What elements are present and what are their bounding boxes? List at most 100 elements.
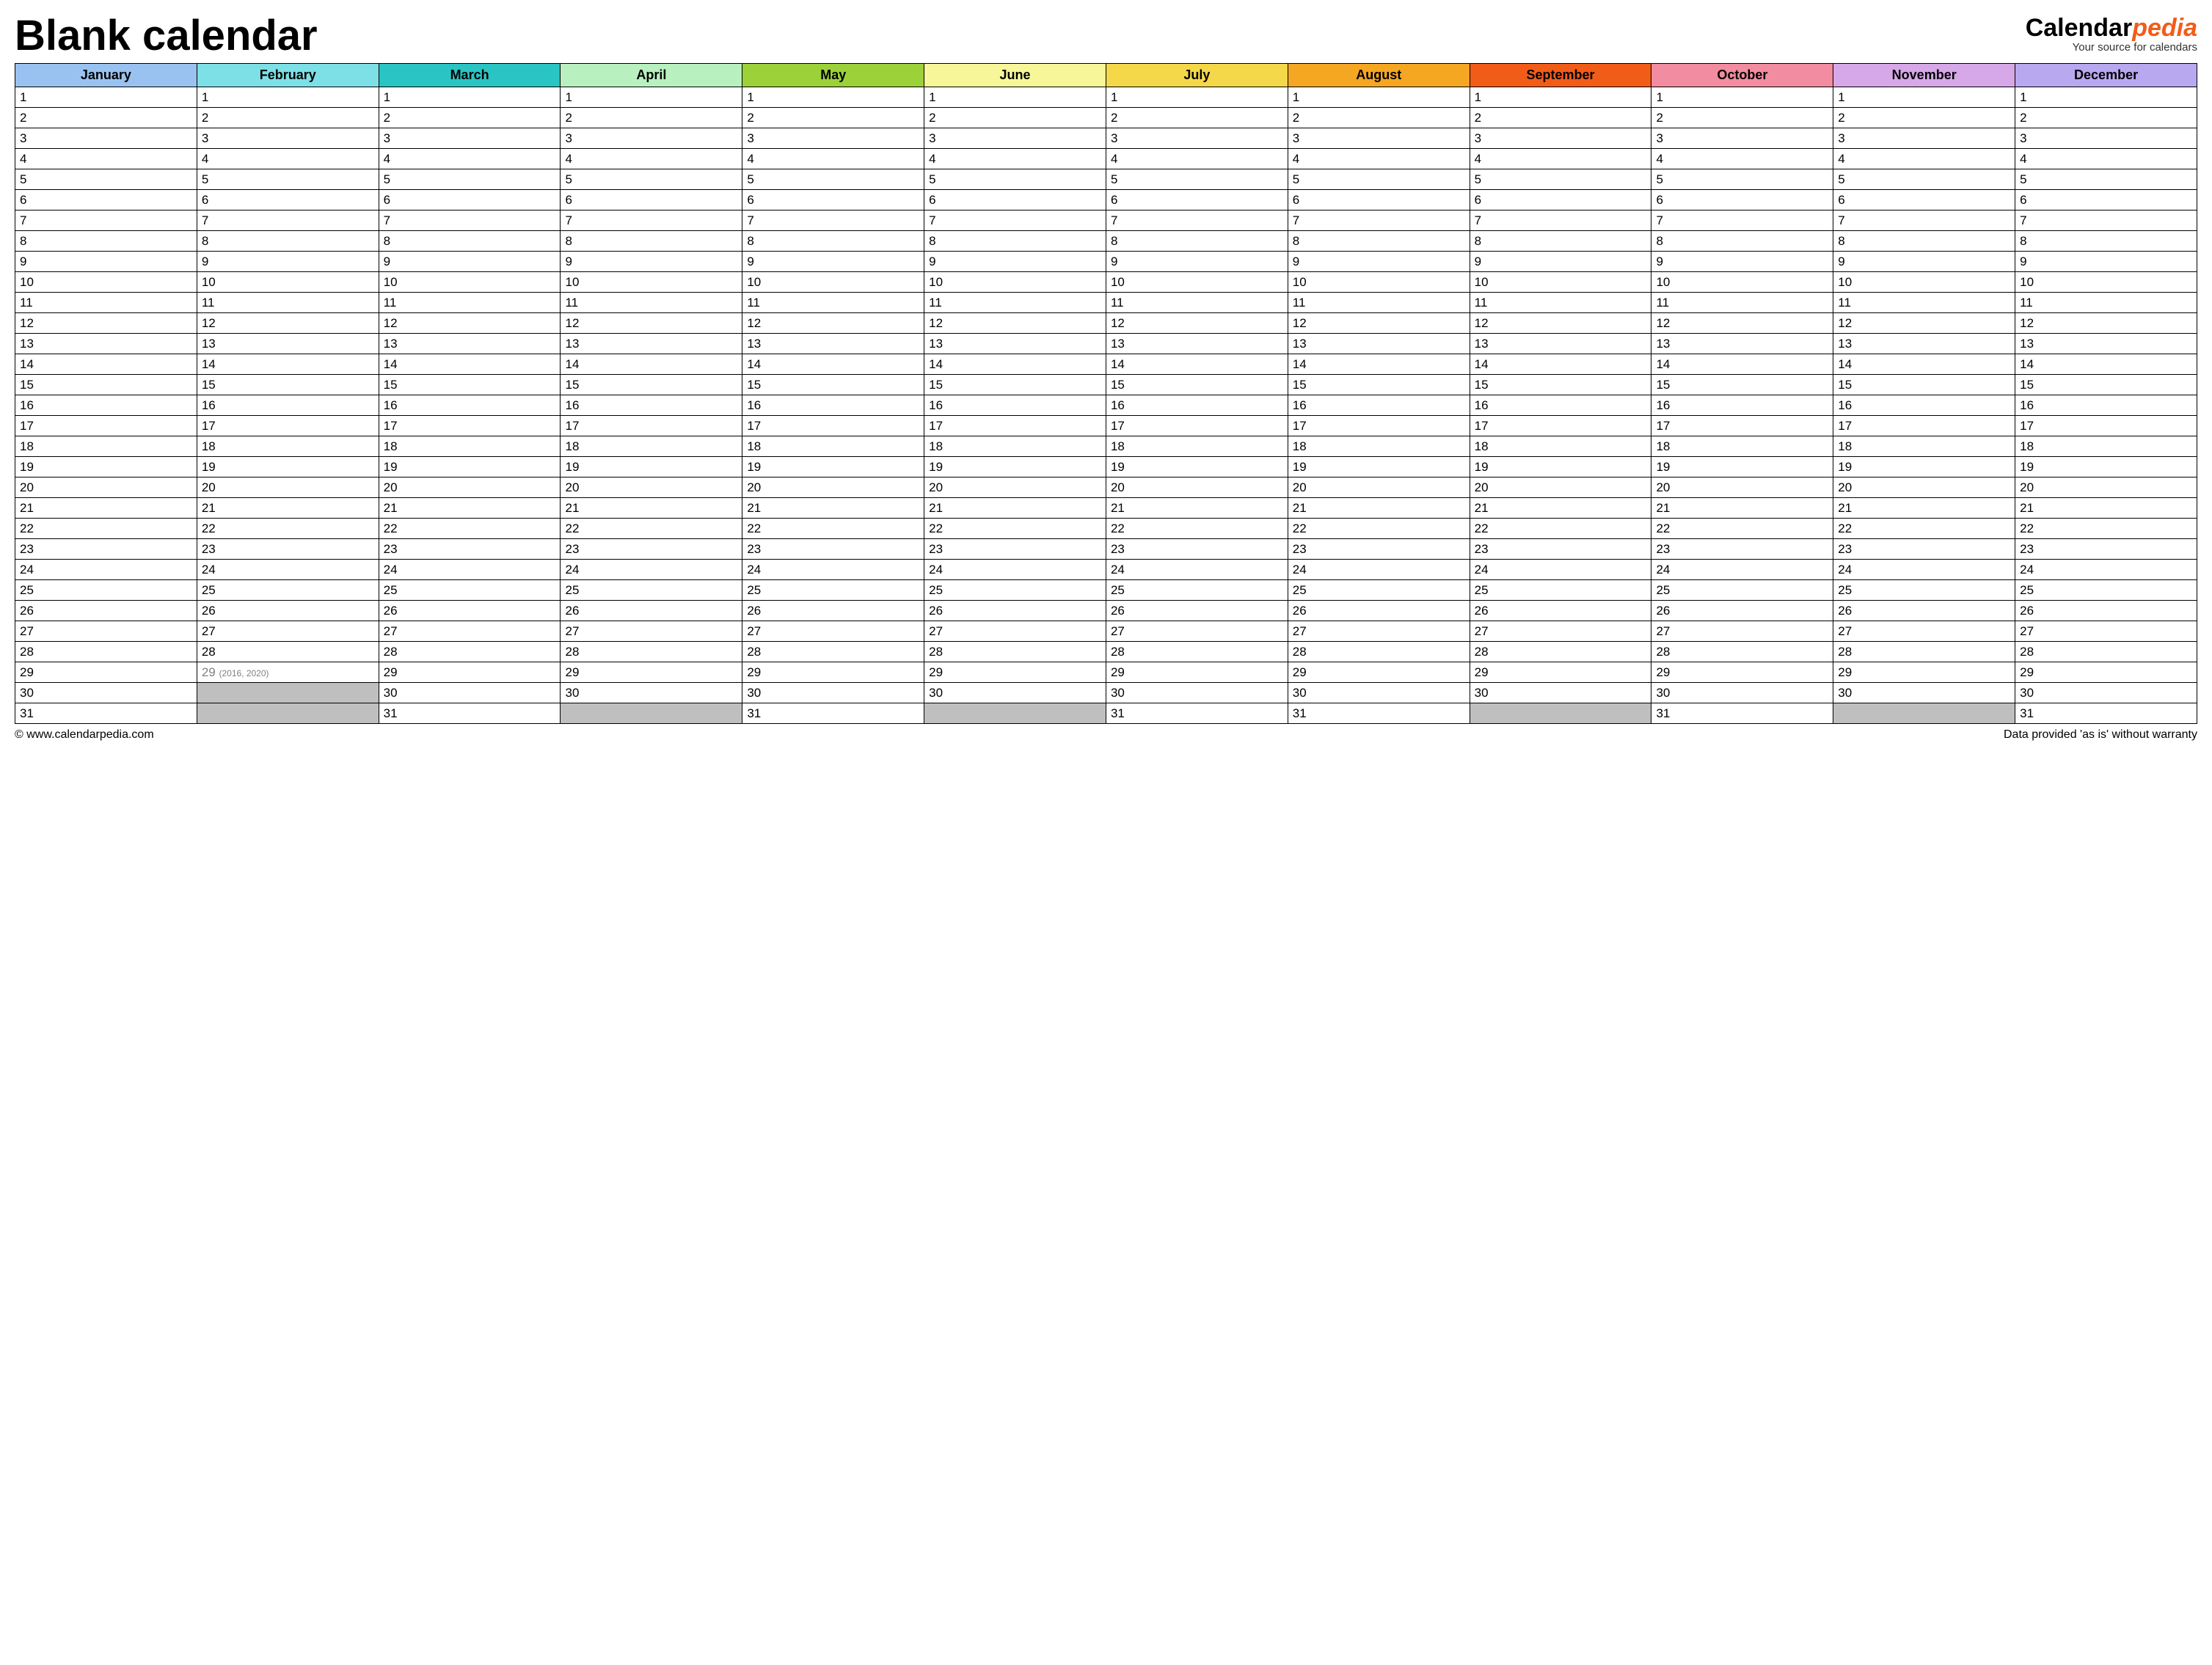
day-cell: 21	[2015, 498, 2197, 519]
day-row: 2929 (2016, 2020)29292929292929292929	[15, 662, 2197, 683]
day-cell: 20	[561, 477, 742, 498]
day-cell: 6	[1651, 190, 1833, 211]
day-cell: 7	[197, 211, 379, 231]
day-cell: 1	[742, 87, 924, 108]
day-cell: 4	[1651, 149, 1833, 169]
day-cell: 27	[1651, 621, 1833, 642]
day-cell: 18	[379, 436, 561, 457]
day-cell: 15	[1470, 375, 1651, 395]
day-cell: 8	[1833, 231, 2015, 252]
day-cell: 21	[1106, 498, 1288, 519]
day-cell: 3	[379, 128, 561, 149]
day-cell: 27	[379, 621, 561, 642]
day-cell: 18	[1288, 436, 1470, 457]
day-cell: 2	[1288, 108, 1470, 128]
day-cell: 21	[1470, 498, 1651, 519]
day-cell: 2	[924, 108, 1106, 128]
day-cell	[197, 703, 379, 724]
day-cell: 21	[379, 498, 561, 519]
day-cell: 14	[197, 354, 379, 375]
day-row: 666666666666	[15, 190, 2197, 211]
day-cell: 26	[1833, 601, 2015, 621]
day-cell: 16	[379, 395, 561, 416]
day-cell: 21	[1651, 498, 1833, 519]
day-cell: 15	[15, 375, 197, 395]
day-cell: 8	[742, 231, 924, 252]
day-cell: 10	[379, 272, 561, 293]
day-cell: 24	[15, 560, 197, 580]
day-cell: 3	[924, 128, 1106, 149]
day-cell: 21	[1288, 498, 1470, 519]
day-cell: 20	[2015, 477, 2197, 498]
day-cell: 10	[561, 272, 742, 293]
day-cell: 25	[742, 580, 924, 601]
day-cell: 26	[2015, 601, 2197, 621]
month-header-june: June	[924, 64, 1106, 87]
day-cell: 21	[924, 498, 1106, 519]
day-cell: 25	[15, 580, 197, 601]
day-cell: 1	[924, 87, 1106, 108]
day-cell: 15	[379, 375, 561, 395]
day-cell: 8	[15, 231, 197, 252]
day-cell: 17	[742, 416, 924, 436]
day-cell: 22	[924, 519, 1106, 539]
day-cell: 18	[15, 436, 197, 457]
day-cell: 8	[379, 231, 561, 252]
day-cell: 20	[1470, 477, 1651, 498]
day-cell: 17	[197, 416, 379, 436]
day-cell: 13	[742, 334, 924, 354]
month-header-november: November	[1833, 64, 2015, 87]
calendar-table: JanuaryFebruaryMarchAprilMayJuneJulyAugu…	[15, 63, 2197, 724]
day-cell: 14	[1288, 354, 1470, 375]
day-cell: 24	[197, 560, 379, 580]
day-cell: 26	[561, 601, 742, 621]
month-header-december: December	[2015, 64, 2197, 87]
day-cell: 15	[924, 375, 1106, 395]
day-cell: 3	[1288, 128, 1470, 149]
day-cell: 9	[2015, 252, 2197, 272]
day-cell: 27	[924, 621, 1106, 642]
day-cell: 9	[379, 252, 561, 272]
day-row: 777777777777	[15, 211, 2197, 231]
month-header-october: October	[1651, 64, 1833, 87]
month-header-august: August	[1288, 64, 1470, 87]
day-cell: 25	[924, 580, 1106, 601]
day-cell: 6	[1833, 190, 2015, 211]
day-cell: 6	[742, 190, 924, 211]
day-cell: 29	[2015, 662, 2197, 683]
day-cell: 4	[1470, 149, 1651, 169]
day-cell: 30	[1470, 683, 1651, 703]
day-cell: 5	[15, 169, 197, 190]
day-cell: 23	[1651, 539, 1833, 560]
day-cell: 28	[15, 642, 197, 662]
day-cell: 26	[197, 601, 379, 621]
day-cell: 23	[1288, 539, 1470, 560]
day-cell: 22	[1833, 519, 2015, 539]
day-cell: 30	[1288, 683, 1470, 703]
day-cell: 14	[2015, 354, 2197, 375]
day-cell: 12	[1106, 313, 1288, 334]
day-cell	[561, 703, 742, 724]
day-cell: 16	[1288, 395, 1470, 416]
day-cell: 11	[742, 293, 924, 313]
day-cell: 3	[1106, 128, 1288, 149]
day-cell: 11	[924, 293, 1106, 313]
day-cell: 21	[15, 498, 197, 519]
day-row: 121212121212121212121212	[15, 313, 2197, 334]
day-cell: 11	[561, 293, 742, 313]
day-cell: 16	[1651, 395, 1833, 416]
day-cell: 10	[924, 272, 1106, 293]
day-cell: 6	[379, 190, 561, 211]
day-cell: 29	[1651, 662, 1833, 683]
day-cell: 7	[924, 211, 1106, 231]
day-cell: 5	[1833, 169, 2015, 190]
day-cell: 14	[742, 354, 924, 375]
day-cell: 7	[15, 211, 197, 231]
day-cell: 5	[924, 169, 1106, 190]
day-cell: 20	[1833, 477, 2015, 498]
day-cell: 16	[924, 395, 1106, 416]
day-cell: 18	[1106, 436, 1288, 457]
day-cell: 23	[1106, 539, 1288, 560]
day-cell: 20	[1288, 477, 1470, 498]
day-cell: 19	[197, 457, 379, 477]
